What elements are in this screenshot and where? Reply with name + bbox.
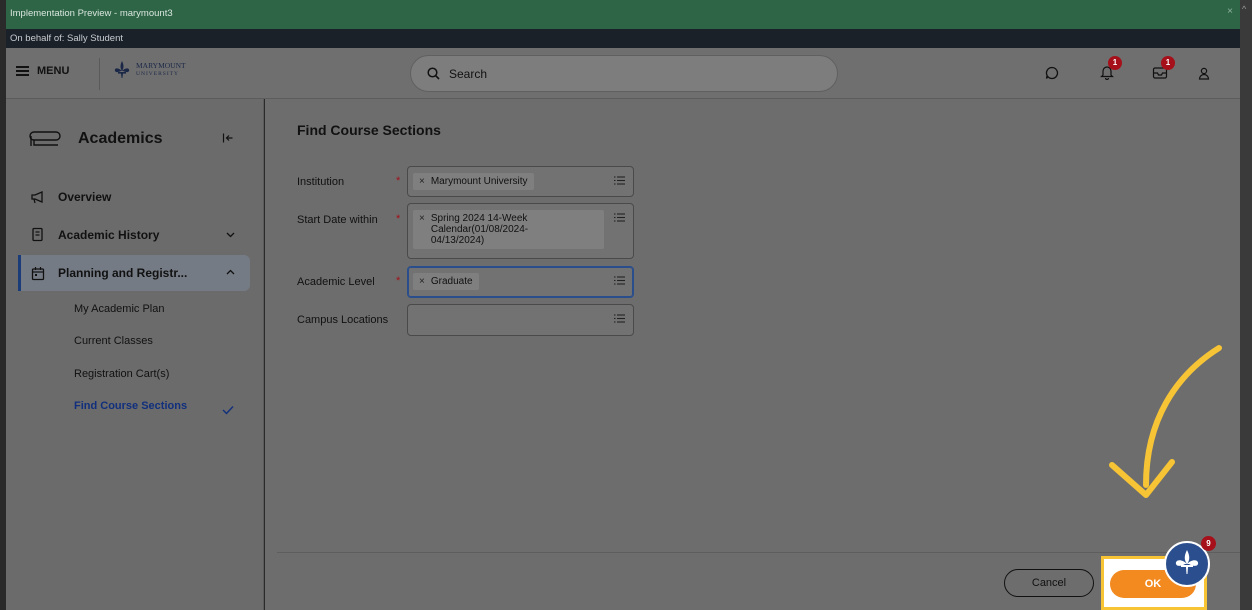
start-date-line: Spring 2024 14-Week — [430, 213, 528, 224]
sidebar-item-label: Planning and Registr... — [58, 266, 188, 280]
hamburger-icon — [16, 66, 29, 76]
remove-pill-icon[interactable]: × — [419, 213, 425, 246]
chat-icon[interactable] — [1045, 66, 1059, 80]
assistant-badge: 9 — [1201, 536, 1216, 551]
start-date-field[interactable]: × Spring 2024 14-Week Calendar(01/08/202… — [407, 203, 634, 259]
start-date-pill: × Spring 2024 14-Week Calendar(01/08/202… — [413, 210, 604, 249]
graduation-cap-icon — [29, 131, 61, 146]
required-marker: * — [396, 275, 401, 287]
logo-line-2: UNIVERSITY — [136, 71, 179, 77]
institution-label: Institution — [297, 176, 345, 188]
academic-level-label: Academic Level — [297, 276, 375, 288]
assistant-button[interactable]: 9 — [1163, 536, 1216, 588]
notifications-badge: 1 — [1108, 56, 1122, 70]
footer-divider — [277, 552, 1240, 553]
logo-wordmark: MARYMOUNT UNIVERSITY — [136, 62, 186, 78]
start-date-label: Start Date within — [297, 214, 378, 226]
subnav-my-academic-plan[interactable]: My Academic Plan — [74, 303, 164, 315]
app-header: MENU MARYMOUNT UNIVERSITY Search 1 1 — [6, 48, 1240, 99]
sidebar-item-overview[interactable]: Overview — [18, 179, 250, 215]
window-titlebar: Implementation Preview - marymount3 × — [6, 0, 1240, 29]
institution-pill: × Marymount University — [413, 173, 534, 190]
inbox-button[interactable]: 1 — [1152, 56, 1175, 82]
subnav-registration-cart[interactable]: Registration Cart(s) — [74, 368, 169, 380]
required-marker: * — [396, 175, 401, 187]
campus-locations-label: Campus Locations — [297, 314, 389, 326]
checkmark-icon — [222, 406, 234, 415]
remove-pill-icon[interactable]: × — [419, 176, 425, 187]
profile-icon[interactable] — [1198, 67, 1210, 80]
proxy-banner: On behalf of: Sally Student — [6, 29, 1240, 48]
required-marker: * — [396, 213, 401, 225]
inbox-badge: 1 — [1161, 56, 1175, 70]
proxy-label: On behalf of: Sally Student — [10, 33, 124, 44]
list-icon[interactable] — [613, 175, 626, 186]
academic-level-pill: × Graduate — [413, 273, 479, 290]
search-input[interactable]: Search — [410, 55, 838, 92]
main-content: Find Course Sections Institution * × Mar… — [265, 99, 1240, 610]
menu-label: MENU — [37, 65, 70, 77]
academic-level-field[interactable]: × Graduate — [407, 266, 634, 298]
page-title: Find Course Sections — [297, 122, 441, 138]
tutorial-arrow-icon — [1109, 345, 1222, 498]
sidebar-item-academic-history[interactable]: Academic History — [18, 217, 250, 253]
chevron-down-icon — [226, 232, 235, 238]
university-logo[interactable]: MARYMOUNT UNIVERSITY — [113, 60, 186, 80]
calendar-icon — [18, 266, 58, 281]
start-date-value: Spring 2024 14-Week Calendar(01/08/2024-… — [431, 213, 528, 246]
list-icon[interactable] — [613, 212, 626, 223]
sidebar-item-planning[interactable]: Planning and Registr... — [18, 255, 250, 291]
start-date-line: 04/13/2024) — [430, 235, 485, 246]
remove-pill-icon[interactable]: × — [419, 276, 425, 287]
menu-button[interactable]: MENU — [16, 65, 69, 77]
search-placeholder: Search — [449, 66, 488, 81]
institution-value: Marymount University — [430, 176, 528, 187]
document-icon — [18, 227, 58, 243]
logo-line-1: MARYMOUNT — [136, 61, 186, 70]
megaphone-icon — [18, 190, 58, 204]
collapse-sidebar-icon[interactable] — [222, 132, 234, 144]
close-icon[interactable]: × — [1227, 6, 1233, 17]
subnav-find-course-sections[interactable]: Find Course Sections — [74, 400, 187, 412]
fleur-de-lis-icon — [114, 61, 130, 78]
search-icon — [427, 67, 440, 80]
academic-level-value: Graduate — [430, 276, 473, 287]
notifications-button[interactable]: 1 — [1100, 56, 1122, 82]
campus-locations-field[interactable] — [407, 304, 634, 336]
overlay-close-icon[interactable]: ^ — [1242, 4, 1246, 14]
sidebar-item-label: Academic History — [58, 228, 160, 242]
app-window: Implementation Preview - marymount3 × On… — [6, 0, 1240, 610]
sidebar: Academics Overview Academic History Plan… — [6, 99, 264, 610]
scrollbar-strip — [1240, 0, 1252, 610]
institution-field[interactable]: × Marymount University — [407, 166, 634, 197]
list-icon[interactable] — [613, 275, 626, 286]
window-title: Implementation Preview - marymount3 — [10, 8, 173, 19]
start-date-line: Calendar(01/08/2024- — [430, 224, 529, 235]
chevron-up-icon — [226, 269, 235, 275]
cancel-button[interactable]: Cancel — [1004, 569, 1094, 597]
header-divider — [99, 58, 100, 90]
sidebar-header: Academics — [26, 129, 163, 149]
list-icon[interactable] — [613, 313, 626, 324]
sidebar-item-label: Overview — [58, 190, 112, 204]
subnav-current-classes[interactable]: Current Classes — [74, 335, 153, 347]
sidebar-title: Academics — [78, 130, 163, 147]
